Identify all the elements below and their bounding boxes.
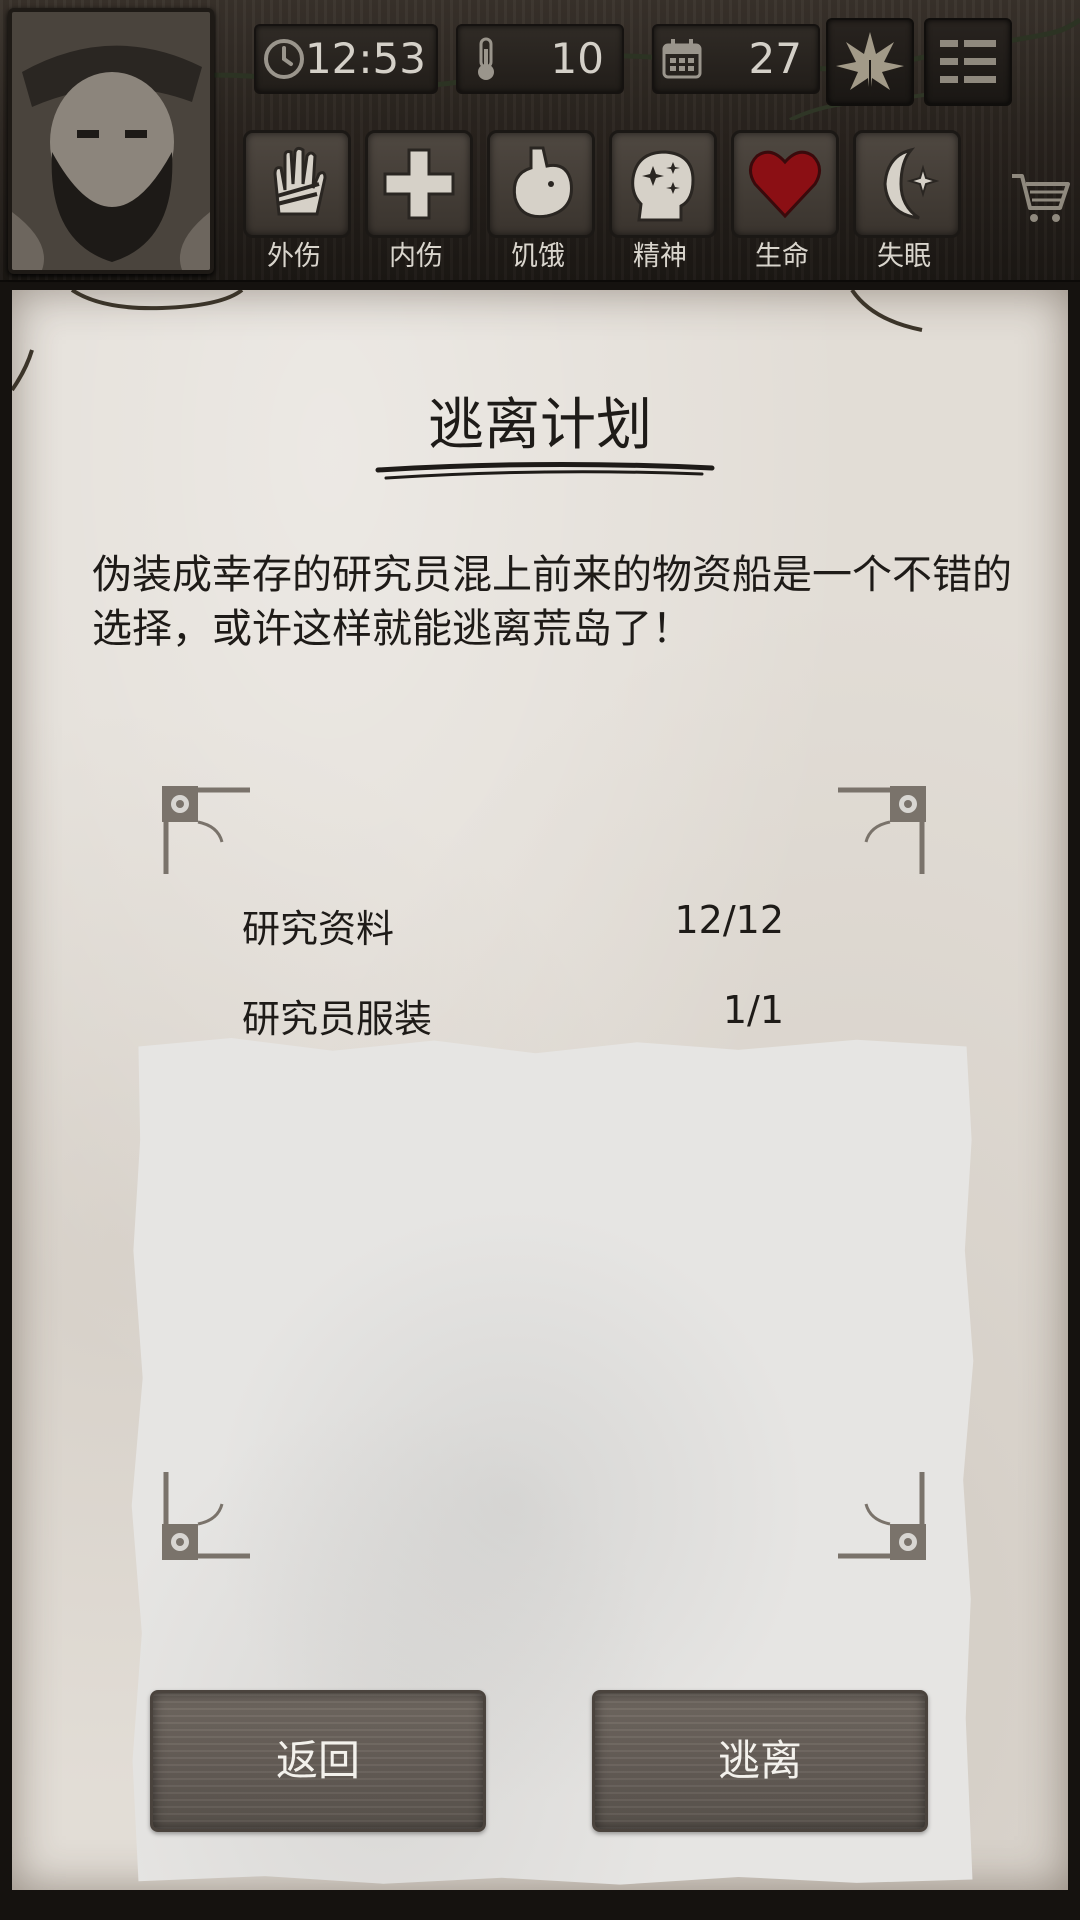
time-display: 12:53	[254, 24, 438, 94]
status-internal-injury[interactable]	[365, 130, 473, 238]
status-label: 饥饿	[511, 241, 565, 272]
time-value: 12:53	[304, 34, 426, 83]
status-external-injury[interactable]	[243, 130, 351, 238]
bandaged-hand-icon	[273, 146, 327, 216]
requirement-name: 研究资料	[242, 907, 395, 951]
requirement-name: 研究员服装	[242, 997, 433, 1041]
medical-cross-icon	[383, 148, 455, 220]
status-label: 精神	[633, 241, 687, 272]
shopping-cart-icon[interactable]	[1008, 170, 1072, 226]
moon-star-icon	[883, 147, 940, 220]
back-button[interactable]: 返回	[150, 1690, 486, 1832]
top-hud: 12:53 10 27 外伤 内伤 饥饿 精神 生命 失眠	[0, 0, 1080, 282]
corner-ornament-icon	[838, 786, 926, 874]
status-health[interactable]	[731, 130, 839, 238]
day-value: 27	[748, 34, 802, 83]
status-insomnia[interactable]	[853, 130, 961, 238]
requirement-count: 12/12	[674, 898, 784, 942]
calendar-icon	[662, 39, 702, 79]
clock-icon	[264, 39, 304, 79]
page-title: 逃离计划	[428, 393, 652, 458]
day-display: 27	[652, 24, 820, 94]
requirement-count: 1/1	[722, 988, 784, 1032]
menu-icon	[940, 40, 996, 83]
corner-ornament-icon	[838, 1472, 926, 1560]
heart-icon	[749, 150, 821, 219]
title-underline	[375, 461, 715, 480]
bearded-man-icon	[12, 12, 210, 270]
head-stars-icon	[631, 150, 695, 222]
status-label: 生命	[755, 241, 809, 272]
temperature-value: 10	[550, 34, 604, 83]
leaf-button[interactable]	[826, 18, 914, 106]
status-hunger[interactable]	[487, 130, 595, 238]
escape-plan-panel: 逃离计划 伪装成幸存的研究员混上前来的物资船是一个不错的选择，或许这样就能逃离荒…	[12, 290, 1068, 1890]
thermometer-icon	[478, 37, 494, 80]
corner-ornament-icon	[162, 1472, 250, 1560]
leaf-icon	[836, 32, 904, 96]
menu-button[interactable]	[924, 18, 1012, 106]
escape-button[interactable]: 逃离	[592, 1690, 928, 1832]
status-spirit[interactable]	[609, 130, 717, 238]
temperature-display: 10	[456, 24, 624, 94]
status-label: 外伤	[267, 241, 321, 272]
character-portrait[interactable]	[8, 8, 214, 274]
status-label: 内伤	[389, 241, 443, 272]
status-label: 失眠	[877, 241, 931, 272]
corner-ornament-icon	[162, 786, 250, 874]
stomach-icon	[512, 146, 573, 219]
plan-description: 伪装成幸存的研究员混上前来的物资船是一个不错的选择，或许这样就能逃离荒岛了！	[92, 552, 1012, 652]
